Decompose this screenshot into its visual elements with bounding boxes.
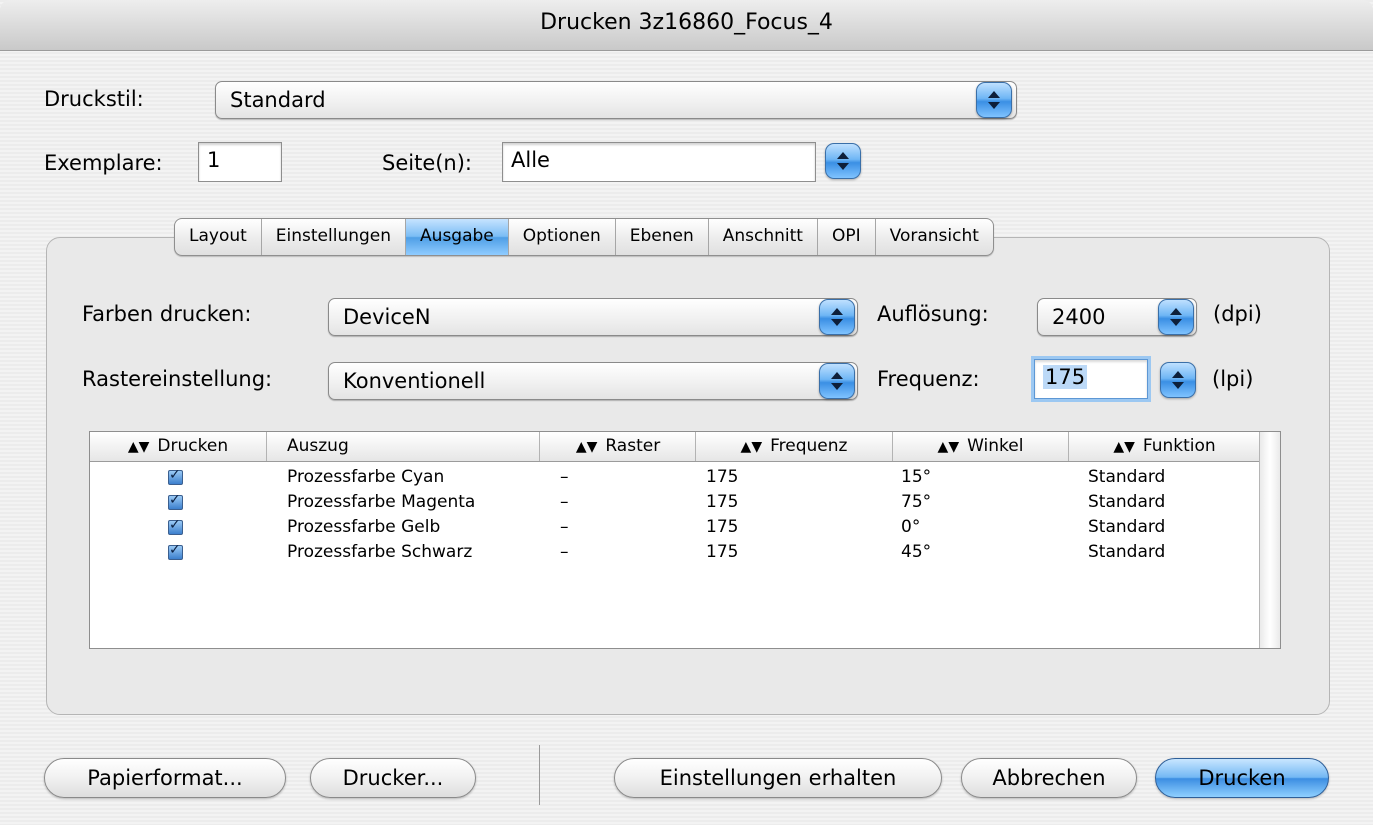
aufloesung-stepper-icon[interactable]	[1158, 299, 1194, 335]
exemplare-label: Exemplare:	[44, 151, 163, 175]
table-cell-auszug: Prozessfarbe Magenta	[287, 492, 476, 512]
column-header-auszug[interactable]: Auszug	[267, 432, 540, 461]
papierformat-button[interactable]: Papierformat...	[44, 758, 286, 798]
table-cell-winkel: 15°	[901, 467, 932, 487]
column-header-frequenz[interactable]: ▲▼ Frequenz	[696, 432, 893, 461]
druckstil-popup[interactable]: Standard	[215, 81, 1017, 119]
einstellungen-erhalten-button[interactable]: Einstellungen erhalten	[614, 758, 942, 798]
table-cell-auszug: Prozessfarbe Schwarz	[287, 542, 473, 562]
tab-einstellungen[interactable]: Einstellungen	[262, 219, 407, 255]
table-cell-auszug: Prozessfarbe Cyan	[287, 467, 445, 487]
table-cell-raster: –	[560, 517, 569, 537]
table-header: ▲▼ Drucken Auszug ▲▼ Raster ▲▼ Frequenz ▲▼ W…	[90, 432, 1261, 462]
column-header-winkel[interactable]: ▲▼ Winkel	[893, 432, 1069, 461]
farben-stepper-icon[interactable]	[819, 299, 855, 335]
tab-layout[interactable]: Layout	[175, 219, 262, 255]
table-cell-raster: –	[560, 542, 569, 562]
abbrechen-button[interactable]: Abbrechen	[961, 758, 1137, 798]
tab-ebenen[interactable]: Ebenen	[616, 219, 709, 255]
frequenz-value: 175	[1043, 365, 1088, 389]
drucken-button[interactable]: Drucken	[1155, 758, 1329, 798]
frequenz-label: Frequenz:	[877, 367, 980, 391]
raster-popup[interactable]: Konventionell	[328, 362, 858, 400]
raster-stepper-icon[interactable]	[819, 363, 855, 399]
farben-popup[interactable]: DeviceN	[328, 298, 858, 336]
window-title: Drucken 3z16860_Focus_4	[540, 10, 833, 35]
tab-optionen[interactable]: Optionen	[509, 219, 616, 255]
table-cell-funktion: Standard	[1088, 492, 1166, 512]
table-cell-frequenz: 175	[706, 542, 739, 562]
table-cell-winkel: 0°	[901, 517, 921, 537]
print-checkbox[interactable]	[168, 542, 183, 560]
frequenz-unit: (lpi)	[1212, 367, 1254, 391]
farben-value: DeviceN	[343, 305, 431, 329]
separations-table: ▲▼ Drucken Auszug ▲▼ Raster ▲▼ Frequenz ▲▼ W…	[89, 431, 1281, 649]
druckstil-stepper-icon[interactable]	[976, 82, 1012, 118]
column-header-funktion[interactable]: ▲▼ Funktion	[1069, 432, 1261, 461]
table-cell-funktion: Standard	[1088, 467, 1166, 487]
seiten-stepper-icon[interactable]	[825, 143, 861, 179]
button-divider	[539, 745, 540, 805]
seiten-input[interactable]: Alle	[502, 142, 816, 182]
table-cell-raster: –	[560, 492, 569, 512]
seiten-label: Seite(n):	[382, 151, 473, 175]
table-cell-frequenz: 175	[706, 467, 739, 487]
column-header-drucken[interactable]: ▲▼ Drucken	[90, 432, 267, 461]
tab-voransicht[interactable]: Voransicht	[876, 219, 993, 255]
sort-arrows-icon: ▲▼	[1113, 439, 1135, 455]
column-header-raster[interactable]: ▲▼ Raster	[541, 432, 696, 461]
table-cell-winkel: 75°	[901, 492, 932, 512]
table-cell-winkel: 45°	[901, 542, 932, 562]
sort-arrows-icon: ▲▼	[127, 439, 150, 455]
tab-opi[interactable]: OPI	[818, 219, 876, 255]
druckstil-value: Standard	[230, 88, 326, 112]
print-checkbox[interactable]	[168, 492, 183, 510]
raster-value: Konventionell	[343, 369, 486, 393]
print-checkbox[interactable]	[168, 517, 183, 535]
aufloesung-value: 2400	[1052, 305, 1106, 329]
table-cell-funktion: Standard	[1088, 517, 1166, 537]
sort-arrows-icon: ▲▼	[740, 439, 763, 455]
tab-anschnitt[interactable]: Anschnitt	[709, 219, 818, 255]
table-cell-frequenz: 175	[706, 517, 739, 537]
seiten-value: Alle	[511, 148, 550, 172]
druckstil-label: Druckstil:	[44, 87, 144, 111]
exemplare-input[interactable]: 1	[198, 142, 282, 182]
aufloesung-popup[interactable]: 2400	[1037, 298, 1197, 336]
table-scrollbar[interactable]	[1259, 432, 1280, 648]
raster-label: Rastereinstellung:	[82, 367, 273, 391]
aufloesung-label: Auflösung:	[877, 302, 989, 326]
title-bar: Drucken 3z16860_Focus_4	[0, 0, 1373, 51]
table-cell-auszug: Prozessfarbe Gelb	[287, 517, 441, 537]
sort-arrows-icon: ▲▼	[575, 439, 598, 455]
aufloesung-unit: (dpi)	[1213, 302, 1262, 326]
drucker-button[interactable]: Drucker...	[310, 758, 476, 798]
tab-ausgabe[interactable]: Ausgabe	[406, 219, 509, 255]
table-cell-raster: –	[560, 467, 569, 487]
table-cell-frequenz: 175	[706, 492, 739, 512]
frequenz-stepper-icon[interactable]	[1160, 362, 1196, 398]
table-cell-funktion: Standard	[1088, 542, 1166, 562]
exemplare-value: 1	[207, 148, 221, 172]
frequenz-input[interactable]: 175	[1034, 359, 1148, 399]
sort-arrows-icon: ▲▼	[937, 439, 960, 455]
print-checkbox[interactable]	[168, 467, 183, 485]
farben-label: Farben drucken:	[82, 302, 252, 326]
tab-bar: Layout Einstellungen Ausgabe Optionen Eb…	[174, 218, 994, 256]
